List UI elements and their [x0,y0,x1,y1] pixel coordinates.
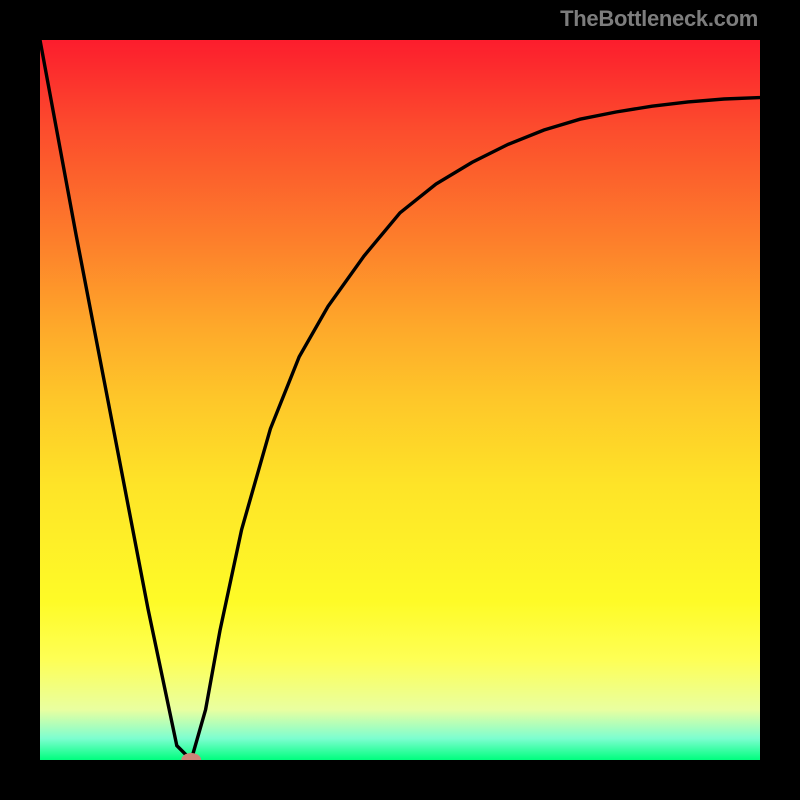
plot-area [40,40,760,760]
attribution-text: TheBottleneck.com [560,6,758,32]
bottleneck-curve [40,40,760,760]
curve-svg [40,40,760,760]
chart-container: TheBottleneck.com [0,0,800,800]
frame-bottom [0,760,800,800]
frame-right [760,0,800,800]
frame-left [0,0,40,800]
